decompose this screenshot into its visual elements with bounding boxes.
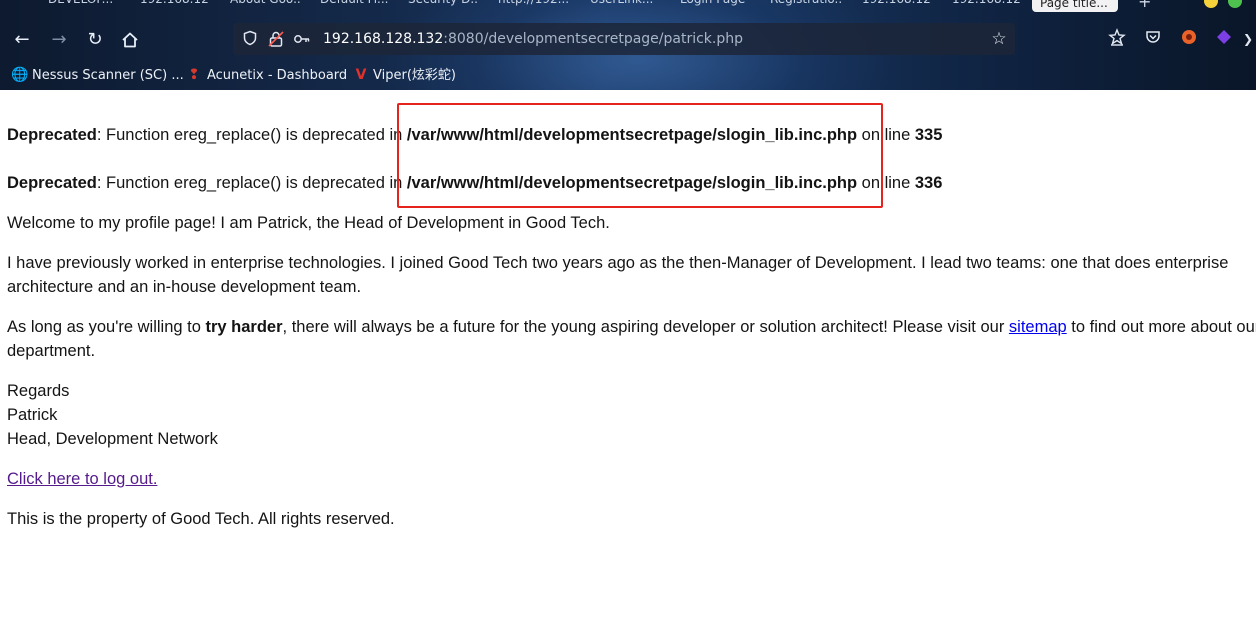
tab-security[interactable]: Security D... xyxy=(408,0,478,8)
url-host: 192.168.128.132 xyxy=(323,31,444,47)
warning-text: : Function ereg_replace() is deprecated … xyxy=(96,174,407,192)
bookmark-star-icon[interactable]: ☆ xyxy=(989,29,1009,49)
extension-orange-icon[interactable] xyxy=(1178,28,1200,50)
bookmarks-toolbar: 🌐 Nessus Scanner (SC) ... ❢ Acunetix - Das… xyxy=(0,62,1256,88)
tab-page-title-active[interactable]: Page title... xyxy=(1032,0,1118,12)
tab-strip: DEVELOP... 192.168.12... About Goo... De… xyxy=(0,0,1256,12)
save-to-library-icon[interactable] xyxy=(1106,28,1128,50)
address-bar[interactable]: 192.168.128.132:8080/developmentsecretpa… xyxy=(233,23,1015,55)
tab-about-google[interactable]: About Goo... xyxy=(230,0,300,8)
browser-chrome: DEVELOP... 192.168.12... About Goo... De… xyxy=(0,0,1256,90)
tab-ip-3[interactable]: 192.168.12... xyxy=(952,0,1022,8)
acunetix-icon: ❢ xyxy=(188,67,200,83)
warning-text: : Function ereg_replace() is deprecated … xyxy=(96,126,407,144)
deprecated-warning-1: Deprecated: Function ereg_replace() is d… xyxy=(7,123,942,147)
shield-icon[interactable] xyxy=(241,30,259,48)
tab-ip-1[interactable]: 192.168.12... xyxy=(140,0,210,8)
forward-arrow-icon[interactable]: → xyxy=(46,27,72,53)
tab-ip-2[interactable]: 192.168.12... xyxy=(862,0,932,8)
warning-on-line: on line xyxy=(857,126,915,144)
tab-default-file[interactable]: Default Fi... xyxy=(320,0,390,8)
bookmark-label: Acunetix - Dashboard xyxy=(207,68,348,83)
insecure-lock-icon[interactable] xyxy=(267,30,285,48)
logout-row: Click here to log out. xyxy=(7,467,157,491)
warning-file-path: /var/www/html/developmentsecretpage/slog… xyxy=(406,126,858,144)
extension-purple-icon[interactable] xyxy=(1213,28,1235,50)
para-text-start: As long as you're willing to xyxy=(7,318,206,336)
tab-develop[interactable]: DEVELOP... xyxy=(48,0,118,8)
key-permissions-icon[interactable] xyxy=(293,30,311,48)
signature-role: Head, Development Network xyxy=(7,430,218,448)
warning-on-line: on line xyxy=(857,174,915,192)
page-content: Deprecated: Function ereg_replace() is d… xyxy=(0,90,1256,644)
bookmark-nessus[interactable]: 🌐 Nessus Scanner (SC) ... xyxy=(11,64,184,86)
warning-label: Deprecated xyxy=(7,174,97,192)
bookmark-viper[interactable]: V Viper(炫彩蛇) xyxy=(355,64,456,86)
copyright-footer: This is the property of Good Tech. All r… xyxy=(7,510,395,528)
tab-login-page[interactable]: Login Page xyxy=(680,0,752,8)
regards-line: Regards xyxy=(7,382,70,400)
experience-paragraph: I have previously worked in enterprise t… xyxy=(7,254,1229,296)
back-arrow-icon[interactable]: ← xyxy=(9,27,35,53)
overflow-menu-icon[interactable]: ❯ xyxy=(1240,28,1256,50)
try-harder-emphasis: try harder xyxy=(205,318,283,336)
navigation-toolbar: ← → ↻ 192.168.128.132:8080/developmentse… xyxy=(0,22,1256,58)
signature-name: Patrick xyxy=(7,406,58,424)
home-icon[interactable] xyxy=(117,27,143,53)
deprecated-warning-2: Deprecated: Function ereg_replace() is d… xyxy=(7,171,942,195)
bookmark-label: Viper(炫彩蛇) xyxy=(373,68,456,83)
maximize-window-icon[interactable] xyxy=(1228,0,1242,8)
sitemap-paragraph: As long as you're willing to try harder,… xyxy=(7,315,1256,363)
warning-line-number: 335 xyxy=(914,126,943,144)
pocket-icon[interactable] xyxy=(1142,28,1164,50)
new-tab-plus-icon[interactable]: + xyxy=(1138,0,1151,11)
welcome-paragraph: Welcome to my profile page! I am Patrick… xyxy=(7,214,610,232)
warning-file-path: /var/www/html/developmentsecretpage/slog… xyxy=(406,174,858,192)
para-text-mid: , there will always be a future for the … xyxy=(282,318,1009,336)
sitemap-link[interactable]: sitemap xyxy=(1009,318,1067,336)
bookmark-acunetix[interactable]: ❢ Acunetix - Dashboard xyxy=(186,64,347,86)
logout-link[interactable]: Click here to log out. xyxy=(7,470,157,488)
tab-userlink[interactable]: UserLink... xyxy=(590,0,660,8)
reload-icon[interactable]: ↻ xyxy=(82,27,108,53)
tab-registration[interactable]: Registratio... xyxy=(770,0,842,8)
tab-http-ip[interactable]: http://192... xyxy=(498,0,568,8)
url-path: :8080/developmentsecretpage/patrick.php xyxy=(443,31,744,47)
minimize-window-icon[interactable] xyxy=(1204,0,1218,8)
warning-label: Deprecated xyxy=(7,126,97,144)
warning-line-number: 336 xyxy=(914,174,943,192)
bookmark-label: Nessus Scanner (SC) ... xyxy=(32,68,184,83)
url-text[interactable]: 192.168.128.132:8080/developmentsecretpa… xyxy=(323,23,743,55)
globe-icon: 🌐 xyxy=(11,67,29,83)
viper-icon: V xyxy=(355,67,367,83)
